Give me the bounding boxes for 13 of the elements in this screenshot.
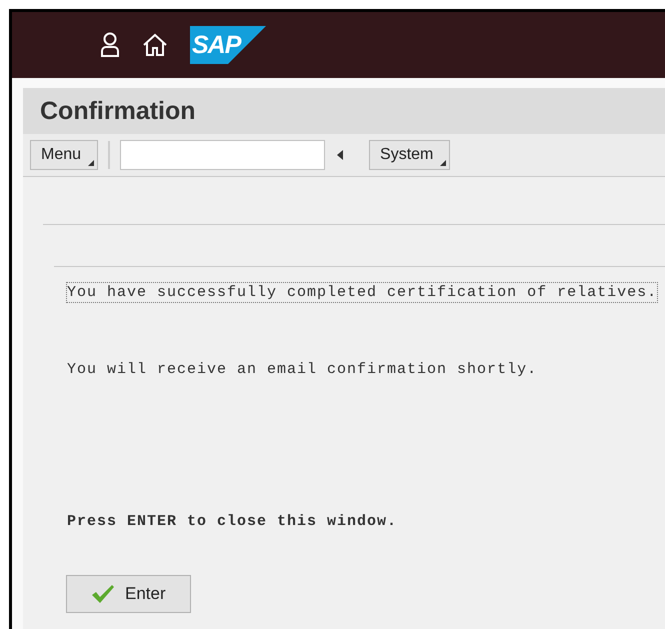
collapse-arrow-icon[interactable] — [337, 150, 344, 160]
message-text: You have successfully completed certification of relatives. — [66, 282, 658, 303]
screen-title: Confirmation — [23, 88, 665, 134]
home-icon[interactable] — [142, 33, 168, 57]
system-button[interactable]: System — [369, 140, 450, 170]
check-icon — [91, 584, 115, 604]
user-icon[interactable] — [100, 32, 120, 58]
instruction-text: Press ENTER to close this window. — [66, 512, 398, 532]
menu-button[interactable]: Menu — [30, 140, 98, 170]
message-text: You will receive an email confirmation shortly. — [66, 360, 538, 380]
enter-button[interactable]: Enter — [66, 575, 191, 613]
sap-logo: SAP — [190, 26, 266, 64]
command-field[interactable] — [120, 140, 326, 170]
